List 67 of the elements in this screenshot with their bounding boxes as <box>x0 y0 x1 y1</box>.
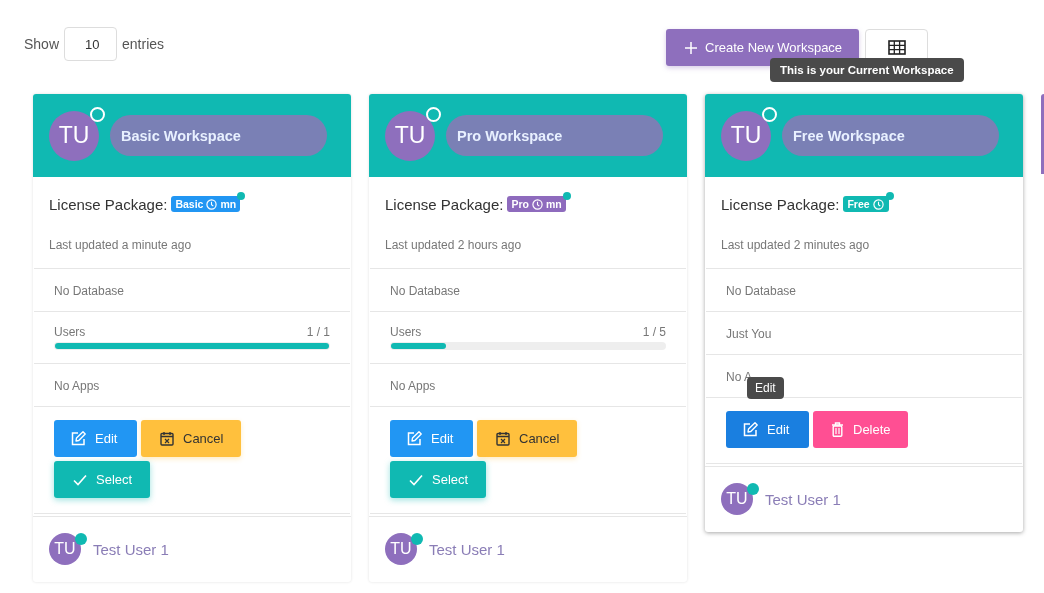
user-name: Test User 1 <box>93 540 169 558</box>
select-button[interactable]: Select <box>54 461 151 498</box>
meter-reading: 1 / 1 <box>306 325 330 339</box>
license-label: License Package: <box>721 195 840 213</box>
table-icon <box>887 40 906 55</box>
plus-icon <box>685 41 698 54</box>
clock-icon <box>872 198 884 210</box>
feature-text: No Database <box>726 284 797 298</box>
last-updated-text: Last updated 2 minutes ago <box>720 237 871 254</box>
badge-dot-icon <box>562 191 571 200</box>
cancel-button[interactable]: Cancel <box>477 420 578 457</box>
user-avatar: TU <box>49 533 81 565</box>
online-dot-icon <box>75 533 87 545</box>
feature-text: Just You <box>726 327 772 341</box>
badge-dot-icon <box>885 191 894 200</box>
license-badge: Free <box>843 196 889 212</box>
user-name: Test User 1 <box>765 490 841 508</box>
clock-icon <box>531 198 543 210</box>
last-updated-text: Last updated a minute ago <box>48 237 193 254</box>
user-avatar: TU <box>385 533 417 565</box>
meter-label: Users <box>54 325 86 339</box>
feature-text: No Apps <box>54 379 100 393</box>
last-updated-text: Last updated 2 hours ago <box>384 237 523 254</box>
badge-dot-icon <box>237 191 246 200</box>
workspace-title: Free Workspace <box>782 115 999 156</box>
entries-label: entries <box>122 36 165 52</box>
calendar-icon <box>160 431 174 446</box>
meter-label: Users <box>390 325 422 339</box>
feature-text: No Apps <box>390 379 436 393</box>
status-ring-icon <box>426 107 441 122</box>
online-dot-icon <box>411 533 423 545</box>
check-icon <box>73 473 87 486</box>
license-label: License Package: <box>49 195 168 213</box>
user-name: Test User 1 <box>429 540 505 558</box>
avatar: TU <box>721 110 771 161</box>
button-tooltip: Edit <box>747 377 784 399</box>
edit-icon <box>742 421 758 438</box>
current-workspace-tooltip: This is your Current Workspace <box>770 58 964 82</box>
delete-button[interactable]: Delete <box>813 411 908 448</box>
meter-reading: 1 / 5 <box>642 325 666 339</box>
online-dot-icon <box>747 483 759 495</box>
status-ring-icon <box>762 107 777 122</box>
edit-icon <box>70 430 86 447</box>
avatar: TU <box>49 110 99 161</box>
feature-text: No Database <box>54 284 125 298</box>
create-workspace-button[interactable]: Create New Workspace <box>666 29 860 66</box>
workspace-title: Basic Workspace <box>110 115 327 156</box>
trash-icon <box>831 422 844 437</box>
edit-icon <box>406 430 422 447</box>
select-button[interactable]: Select <box>390 461 487 498</box>
show-label: Show <box>24 36 60 52</box>
license-badge: Basic mn <box>171 196 241 212</box>
calendar-icon <box>496 431 510 446</box>
cancel-button[interactable]: Cancel <box>141 420 242 457</box>
feature-text: No Database <box>390 284 461 298</box>
edit-button[interactable]: Edit <box>54 420 137 457</box>
edit-button[interactable]: Edit <box>390 420 473 457</box>
check-icon <box>409 473 423 486</box>
license-badge: Pro mn <box>507 196 566 212</box>
edit-button[interactable]: Edit <box>726 411 809 448</box>
workspace-title: Pro Workspace <box>446 115 663 156</box>
page-size-field[interactable]: 10 <box>64 27 118 61</box>
status-ring-icon <box>90 107 105 122</box>
clock-icon <box>206 198 218 210</box>
license-label: License Package: <box>385 195 504 213</box>
avatar: TU <box>385 110 435 161</box>
user-avatar: TU <box>721 483 753 515</box>
